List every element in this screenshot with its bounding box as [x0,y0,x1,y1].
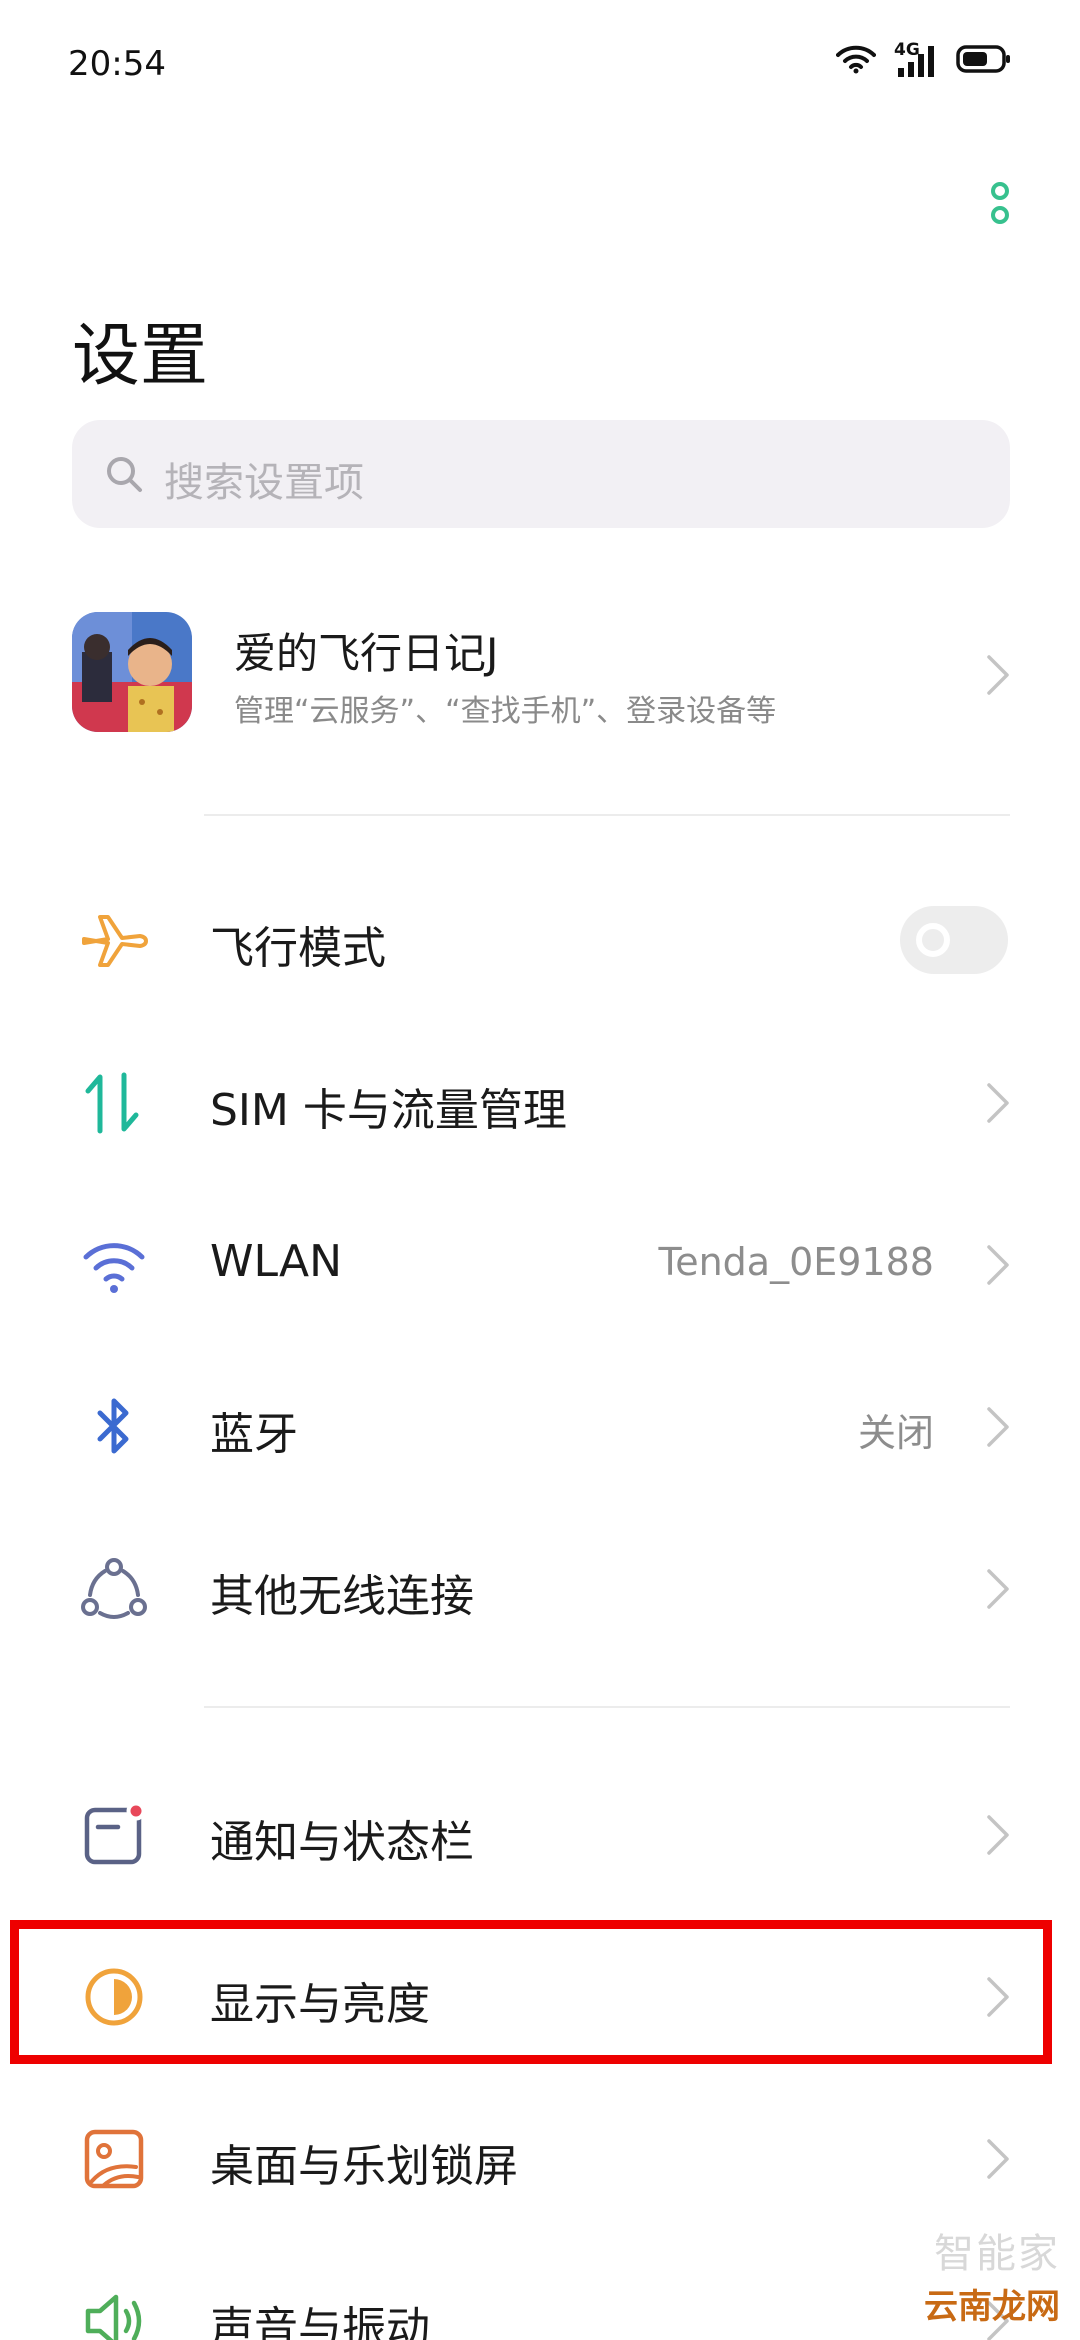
chevron-right-icon [986,2138,1010,2180]
settings-item-home-lock-screen[interactable]: 桌面与乐划锁屏 [0,2078,1080,2238]
chevron-right-icon [986,654,1010,696]
settings-item-label: WLAN [210,1236,343,1287]
watermark: 智能家 云南龙网 [924,2221,1060,2328]
status-bar: 20:54 4G [0,0,1080,130]
bluetooth-status: 关闭 [857,1411,934,1455]
sim-data-icon [78,1067,150,1139]
settings-item-sound-vibration[interactable]: 声音与振动 [0,2240,1080,2340]
section-divider [204,1706,1010,1708]
account-row[interactable]: 爱的飞行日记J 管理“云服务”、“查找手机”、登录设备等 [0,590,1080,760]
chevron-right-icon [986,1082,1010,1124]
chevron-right-icon [986,1976,1010,2018]
bluetooth-icon [78,1391,150,1463]
settings-item-label: 蓝牙 [210,1409,298,1460]
settings-item-bluetooth[interactable]: 蓝牙 关闭 [0,1346,1080,1506]
wifi-icon [836,44,876,78]
search-input[interactable]: 搜索设置项 [72,420,1010,528]
settings-item-label: 声音与振动 [210,2303,430,2340]
cellular-signal-icon: 4G [894,40,938,78]
search-placeholder: 搜索设置项 [164,460,364,506]
section-divider [204,814,1010,816]
settings-item-label: 显示与亮度 [210,1979,430,2030]
settings-item-label: SIM 卡与流量管理 [210,1085,567,1136]
toggle-knob [916,923,950,957]
settings-item-label: 飞行模式 [210,923,386,974]
display-brightness-icon [78,1961,150,2033]
chevron-right-icon [986,1814,1010,1856]
connections-icon [78,1553,150,1625]
notification-icon [78,1799,150,1871]
wlan-network-name: Tenda_0E9188 [658,1240,934,1284]
settings-item-wlan[interactable]: WLAN Tenda_0E9188 [0,1184,1080,1344]
settings-item-label: 其他无线连接 [210,1571,474,1622]
avatar [72,612,192,732]
more-menu-button[interactable] [985,180,1015,228]
chevron-right-icon [986,1406,1010,1448]
battery-icon [956,44,1012,78]
wallpaper-icon [78,2123,150,2195]
page-title: 设置 [72,317,209,396]
status-time: 20:54 [68,44,166,84]
sound-icon [78,2285,150,2340]
wifi-icon [78,1229,150,1301]
chevron-right-icon [986,1568,1010,1610]
search-icon [104,454,144,498]
settings-item-other-wireless[interactable]: 其他无线连接 [0,1508,1080,1668]
settings-item-notifications[interactable]: 通知与状态栏 [0,1754,1080,1914]
settings-item-label: 桌面与乐划锁屏 [210,2141,518,2192]
account-name: 爱的飞行日记J [234,629,499,678]
watermark-bottom: 云南龙网 [924,2287,1060,2327]
airplane-mode-toggle[interactable] [900,906,1008,974]
settings-item-label: 通知与状态栏 [210,1817,474,1868]
watermark-top: 智能家 [934,2231,1060,2277]
account-subtitle: 管理“云服务”、“查找手机”、登录设备等 [234,694,777,729]
chevron-right-icon [986,1244,1010,1286]
airplane-icon [78,905,150,977]
settings-item-airplane-mode[interactable]: 飞行模式 [0,860,1080,1020]
settings-item-display-brightness[interactable]: 显示与亮度 [0,1916,1080,2076]
more-vertical-icon [991,182,1009,224]
settings-item-sim-data[interactable]: SIM 卡与流量管理 [0,1022,1080,1182]
status-icons: 4G [836,40,1012,78]
